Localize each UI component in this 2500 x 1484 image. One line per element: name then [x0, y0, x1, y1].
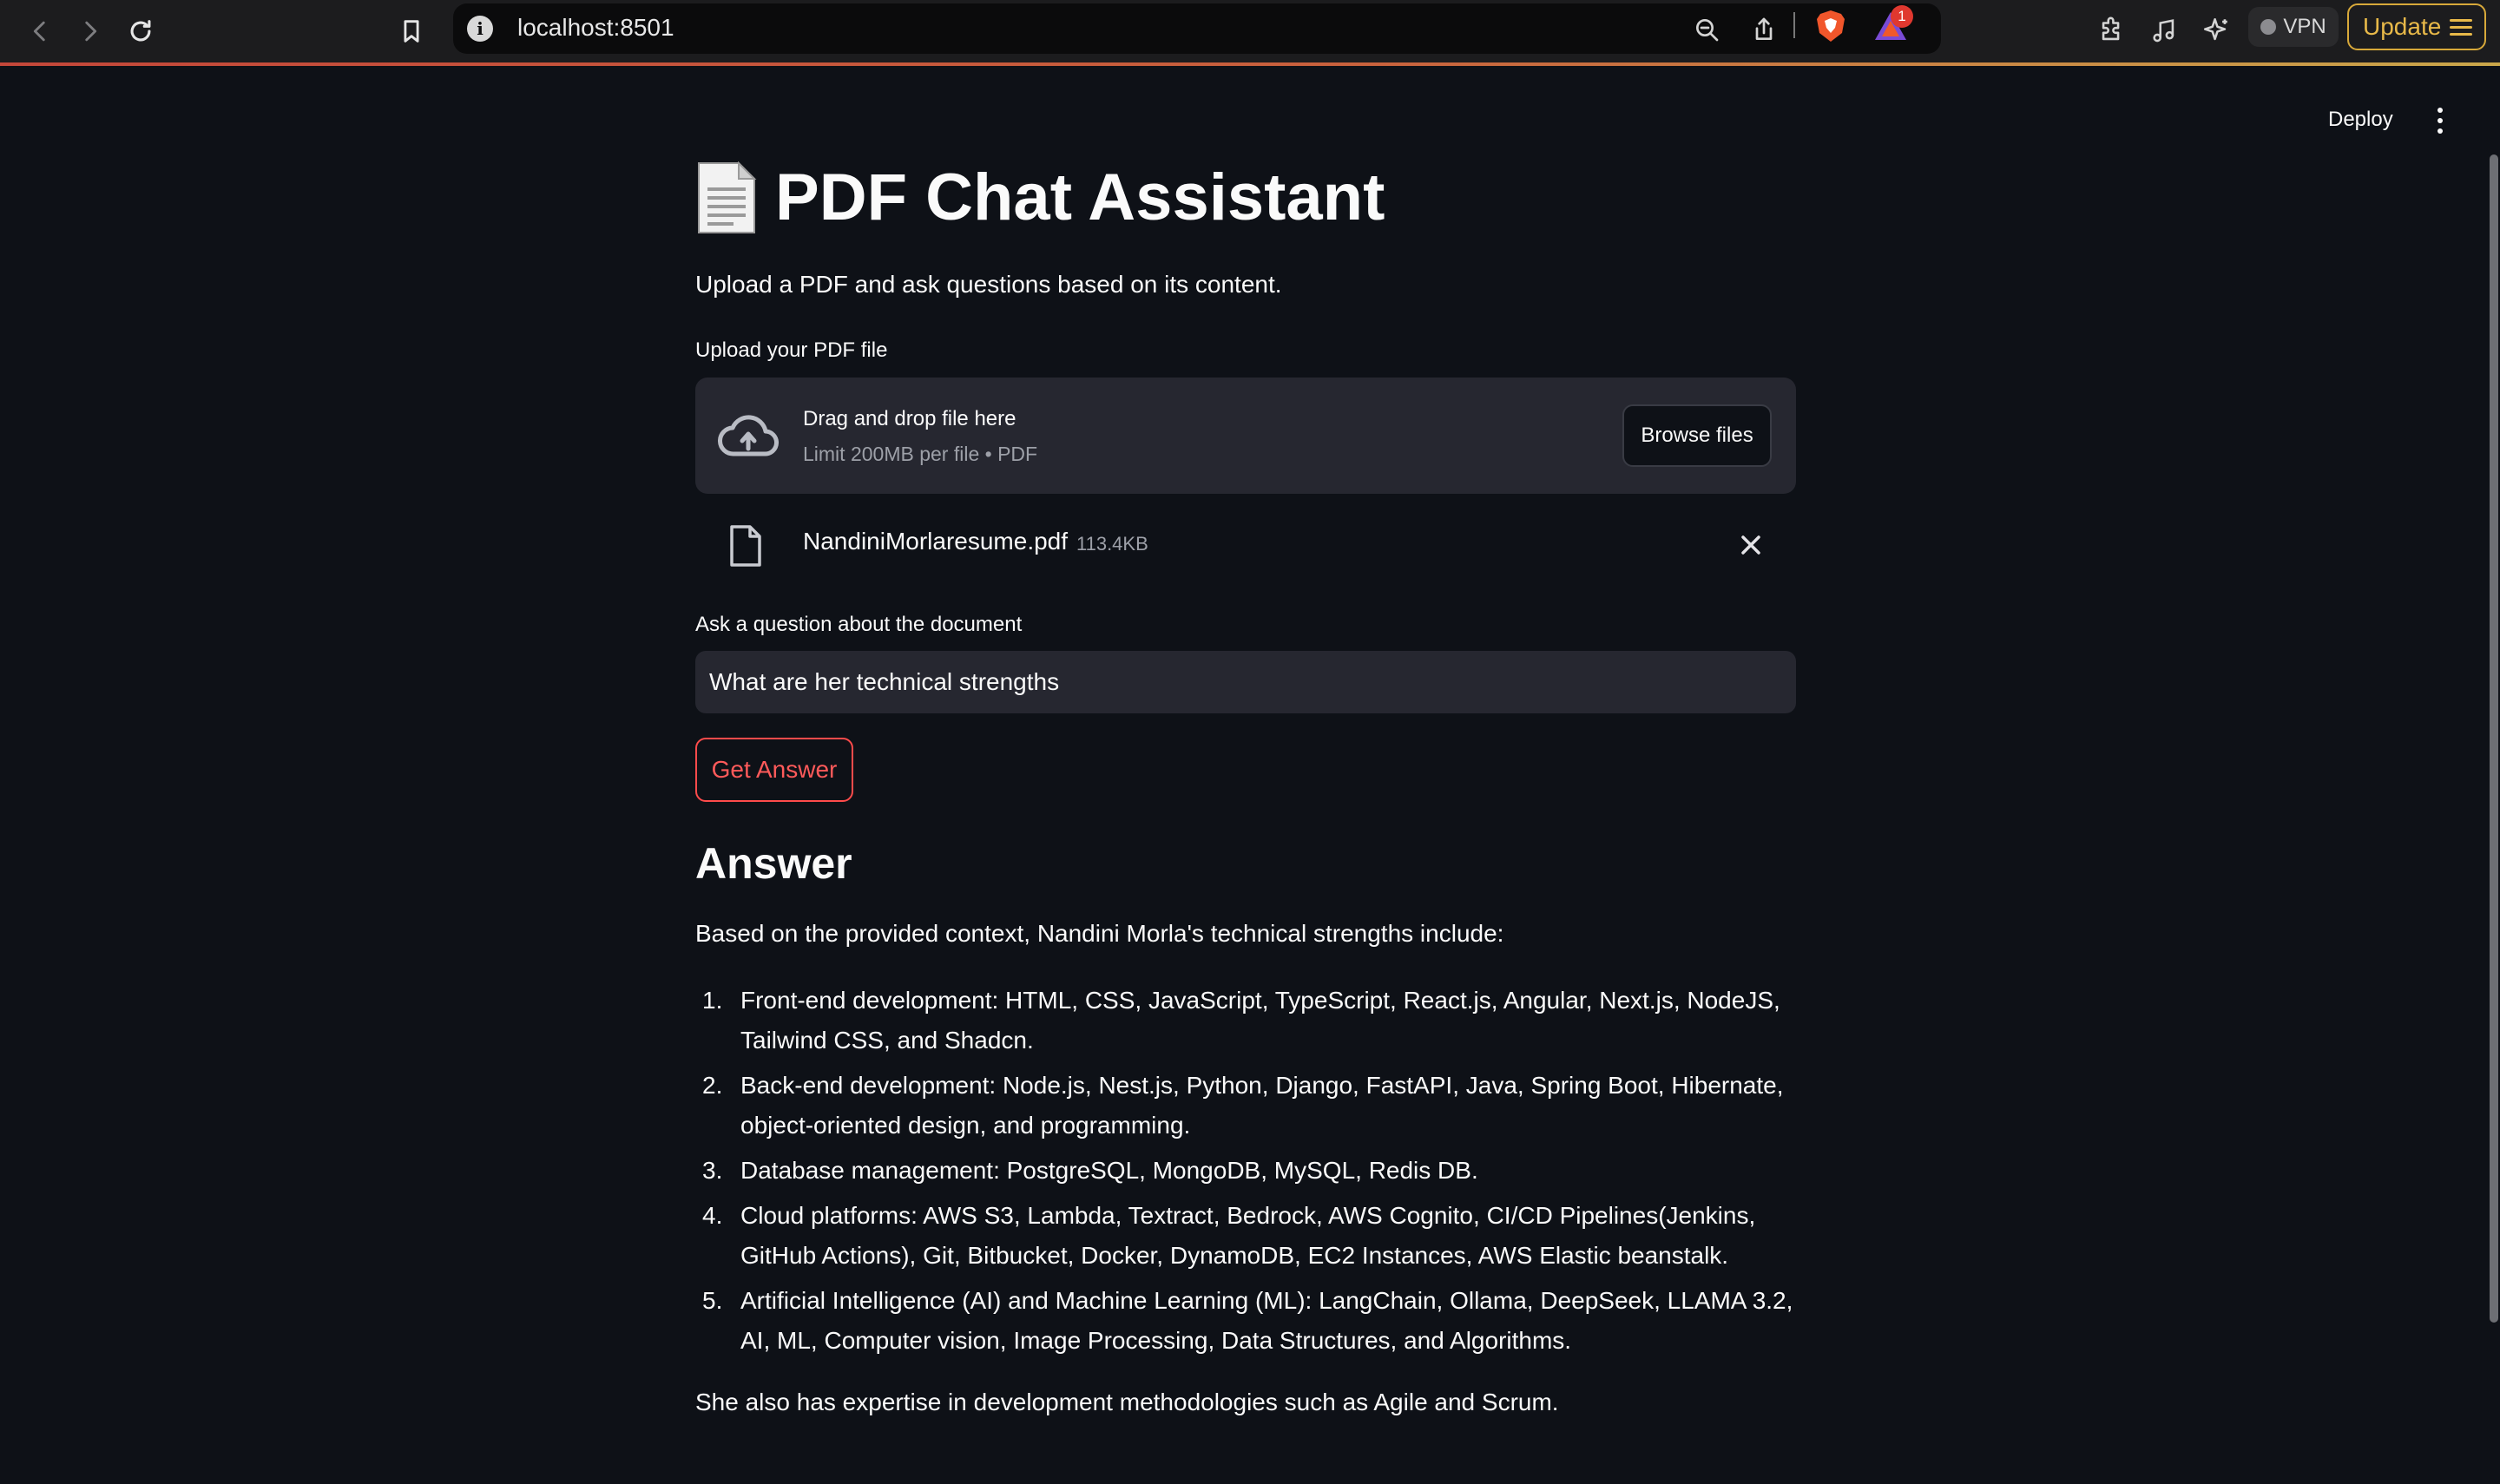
- extensions-icon[interactable]: [2092, 10, 2132, 50]
- menu-icon: [2450, 18, 2473, 36]
- file-dropzone[interactable]: Drag and drop file here Limit 200MB per …: [695, 378, 1796, 494]
- url-text[interactable]: localhost:8501: [517, 14, 674, 42]
- bookmark-icon[interactable]: [389, 9, 434, 54]
- deploy-button[interactable]: Deploy: [2309, 97, 2412, 142]
- vpn-label: VPN: [2283, 15, 2326, 38]
- leo-ai-icon[interactable]: [2196, 10, 2236, 50]
- update-button[interactable]: Update: [2347, 3, 2486, 50]
- answer-intro: Based on the provided context, Nandini M…: [695, 920, 1504, 947]
- more-options-icon[interactable]: [2420, 101, 2460, 141]
- answer-list: 1. Front-end development: HTML, CSS, Java…: [695, 981, 1796, 1366]
- cloud-upload-icon: [718, 415, 779, 456]
- file-icon: [730, 525, 761, 567]
- browser-toolbar: i localhost:8501 1 VPN Update: [0, 0, 2500, 62]
- get-answer-button[interactable]: Get Answer: [695, 738, 853, 802]
- page-subtitle: Upload a PDF and ask questions based on …: [695, 271, 1282, 298]
- uploader-label: Upload your PDF file: [695, 338, 888, 362]
- page-facing-up-icon: [698, 161, 757, 233]
- share-icon[interactable]: [1747, 12, 1781, 47]
- answer-outro: She also has expertise in development me…: [695, 1389, 1559, 1415]
- brave-shields-icon[interactable]: [1814, 9, 1847, 43]
- vpn-status-icon: [2260, 19, 2277, 35]
- list-item: 1. Front-end development: HTML, CSS, Java…: [702, 987, 1780, 1054]
- reload-icon[interactable]: [118, 9, 163, 54]
- uploaded-file-item: NandiniMorlaresume.pdf 113.4KB: [695, 512, 1796, 576]
- list-item: 4. Cloud platforms: AWS S3, Lambda, Textr…: [702, 1202, 1756, 1269]
- list-item: 5. Artificial Intelligence (AI) and Machi…: [702, 1287, 1793, 1354]
- browse-files-button[interactable]: Browse files: [1622, 404, 1772, 467]
- list-item: 2. Back-end development: Node.js, Nest.js…: [702, 1072, 1784, 1139]
- remove-file-icon[interactable]: [1737, 531, 1765, 559]
- update-label: Update: [2363, 13, 2442, 40]
- question-input[interactable]: What are her technical strengths: [695, 651, 1796, 713]
- page-scrollbar[interactable]: [2490, 154, 2498, 1323]
- site-info-icon[interactable]: i: [467, 16, 493, 42]
- answer-heading: Answer: [695, 839, 852, 888]
- vpn-button[interactable]: VPN: [2248, 7, 2339, 47]
- loading-accent-bar: [0, 62, 2500, 66]
- page-title: PDF Chat Assistant: [695, 161, 1385, 234]
- page-title-text: PDF Chat Assistant: [775, 161, 1385, 234]
- uploaded-file-name: NandiniMorlaresume.pdf: [803, 528, 1069, 555]
- dropzone-limit: Limit 200MB per file • PDF: [803, 443, 1038, 465]
- list-item: 3. Database management: PostgreSQL, Mongo…: [702, 1157, 1478, 1184]
- uploaded-file-size: 113.4KB: [1076, 533, 1148, 555]
- media-icon[interactable]: [2144, 10, 2184, 50]
- dropzone-instructions: Drag and drop file here: [803, 407, 1016, 430]
- back-icon[interactable]: [17, 9, 62, 54]
- toolbar-separator: [1793, 12, 1795, 38]
- forward-icon[interactable]: [68, 9, 113, 54]
- question-label: Ask a question about the document: [695, 613, 1023, 636]
- zoom-out-icon[interactable]: [1689, 12, 1724, 47]
- notification-badge: 1: [1891, 5, 1913, 28]
- address-bar[interactable]: i localhost:8501: [453, 3, 1941, 54]
